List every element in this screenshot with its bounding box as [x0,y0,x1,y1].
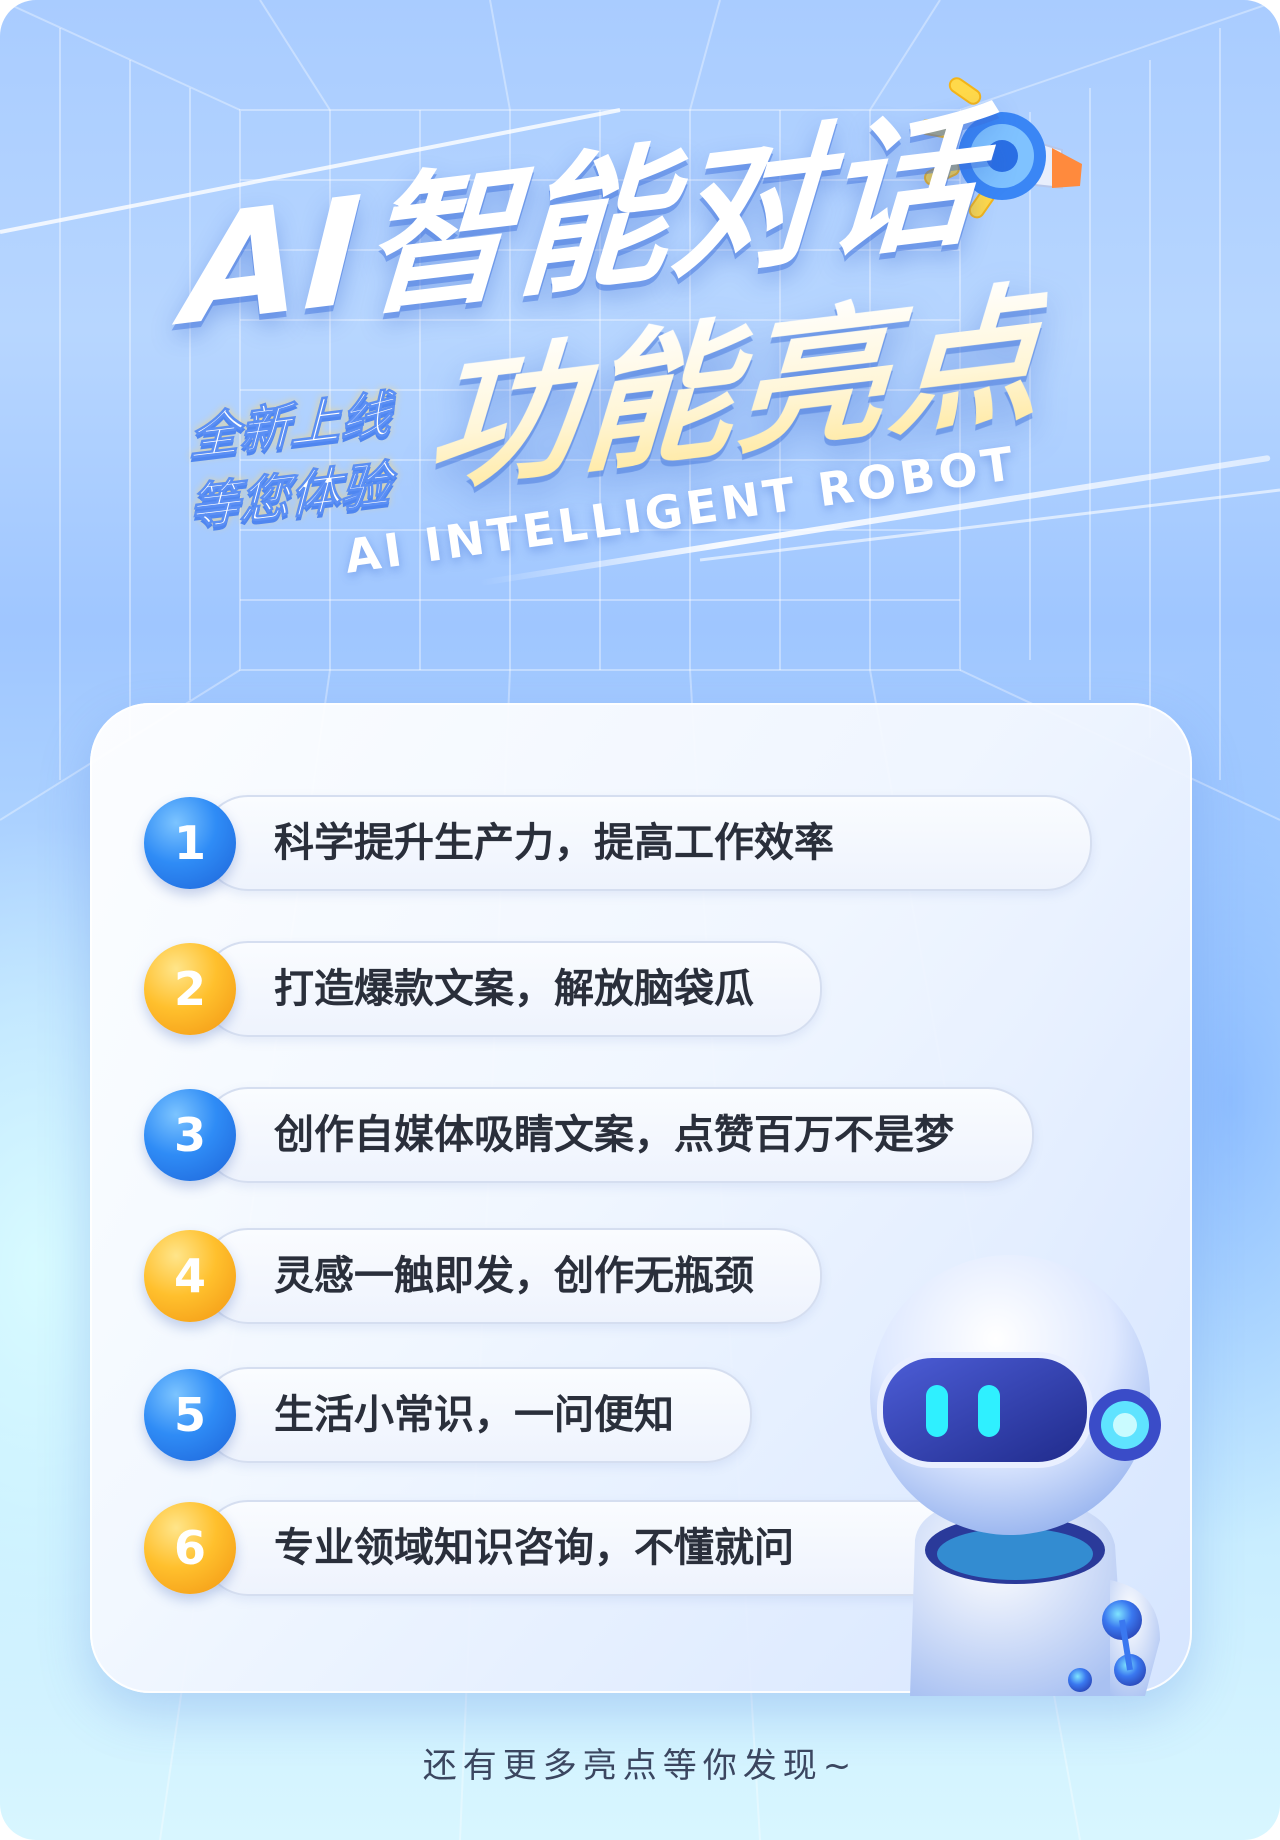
feature-number-badge: 6 [144,1502,236,1594]
feature-item-1: 1 科学提升生产力，提高工作效率 [144,795,1094,891]
feature-text: 专业领域知识咨询，不懂就问 [274,1525,794,1571]
feature-number-badge: 3 [144,1089,236,1181]
feature-number-badge: 1 [144,797,236,889]
feature-text: 创作自媒体吸睛文案，点赞百万不是梦 [274,1112,954,1158]
feature-text: 灵感一触即发，创作无瓶颈 [274,1253,754,1299]
poster: AI智能对话 全新上线 等您体验 功能亮点 AI INTELLIGENT ROB… [0,0,1280,1840]
feature-item-3: 3 创作自媒体吸睛文案，点赞百万不是梦 [144,1087,1044,1183]
feature-item-5: 5 生活小常识，一问便知 [144,1367,784,1463]
feature-text: 打造爆款文案，解放脑袋瓜 [274,966,754,1012]
feature-item-2: 2 打造爆款文案，解放脑袋瓜 [144,941,844,1037]
feature-number-badge: 4 [144,1230,236,1322]
feature-text: 科学提升生产力，提高工作效率 [274,820,834,866]
feature-item-4: 4 灵感一触即发，创作无瓶颈 [144,1228,844,1324]
feature-number-badge: 2 [144,943,236,1035]
footer-text: 还有更多亮点等你发现~ [422,1746,858,1786]
feature-number-badge: 5 [144,1369,236,1461]
feature-text: 生活小常识，一问便知 [274,1392,674,1438]
robot-illustration [870,1255,1161,1696]
